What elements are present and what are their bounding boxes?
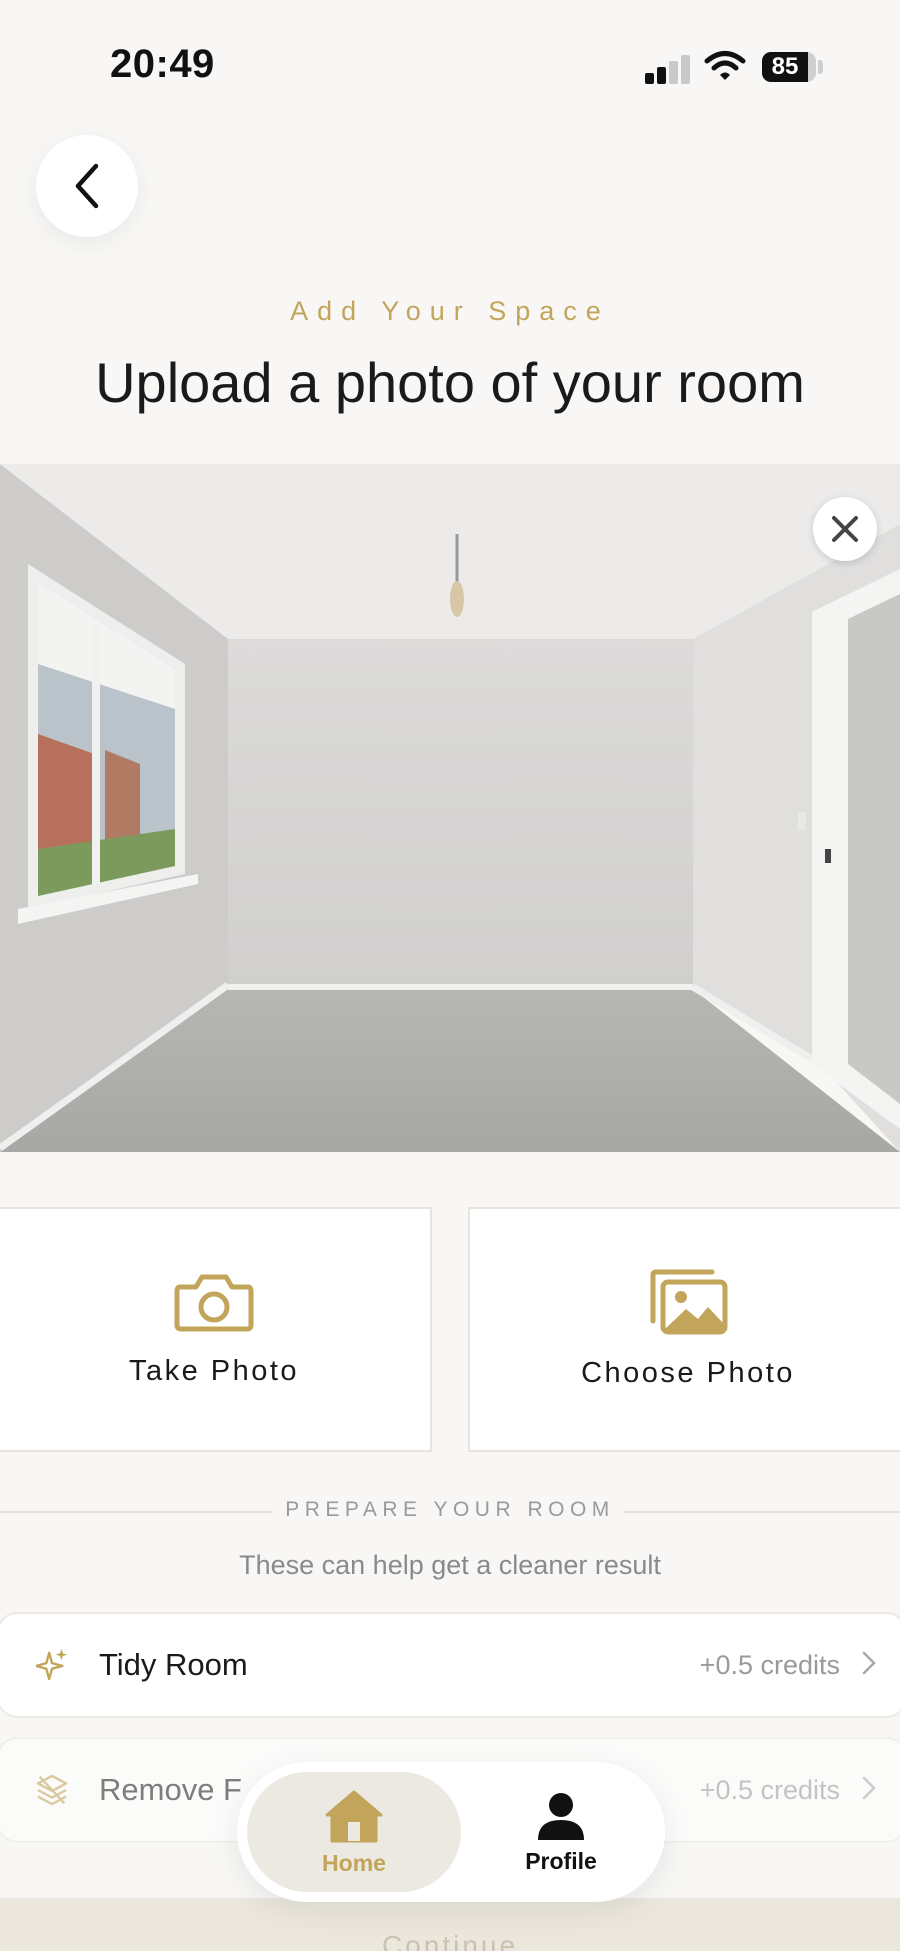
remove-photo-button[interactable] xyxy=(813,497,877,561)
gallery-icon xyxy=(650,1269,728,1335)
tidy-room-credits: +0.5 credits xyxy=(699,1649,840,1680)
person-icon xyxy=(538,1792,584,1840)
remove-furniture-credits: +0.5 credits xyxy=(699,1774,840,1805)
status-bar: 20:49 85 xyxy=(0,0,900,130)
chevron-left-icon xyxy=(75,163,99,209)
room-photo xyxy=(0,464,900,1152)
take-photo-label: Take Photo xyxy=(128,1355,300,1387)
back-button[interactable] xyxy=(36,135,138,237)
home-icon xyxy=(325,1790,383,1842)
page-title: Upload a photo of your room xyxy=(95,351,805,414)
tab-home-label: Home xyxy=(322,1849,386,1876)
choose-photo-button[interactable]: Choose Photo xyxy=(468,1207,900,1452)
take-photo-button[interactable]: Take Photo xyxy=(0,1207,432,1452)
cellular-signal-icon xyxy=(645,55,691,84)
tidy-room-label: Tidy Room xyxy=(99,1647,248,1682)
sparkle-icon xyxy=(36,1649,68,1681)
tab-profile-label: Profile xyxy=(525,1847,597,1874)
section-subtitle: These can help get a cleaner result xyxy=(239,1550,661,1580)
choose-photo-label: Choose Photo xyxy=(581,1357,795,1389)
battery-level: 85 xyxy=(771,53,799,80)
tab-profile[interactable]: Profile xyxy=(467,1772,655,1892)
close-icon xyxy=(832,516,858,542)
tidy-room-option[interactable]: Tidy Room +0.5 credits xyxy=(0,1612,900,1718)
tab-home[interactable]: Home xyxy=(247,1772,461,1892)
chevron-right-icon xyxy=(862,1651,876,1680)
camera-icon xyxy=(174,1274,254,1332)
battery-icon: 85 xyxy=(762,52,816,82)
section-label: PREPARE YOUR ROOM xyxy=(285,1498,615,1521)
status-time: 20:49 xyxy=(110,42,215,86)
layers-icon xyxy=(36,1774,68,1806)
continue-label: Continue xyxy=(381,1930,519,1951)
page-eyebrow: Add Your Space xyxy=(290,296,610,326)
chevron-right-icon xyxy=(862,1776,876,1805)
wifi-icon xyxy=(704,50,746,87)
tab-bar: Home Profile xyxy=(237,1762,665,1902)
